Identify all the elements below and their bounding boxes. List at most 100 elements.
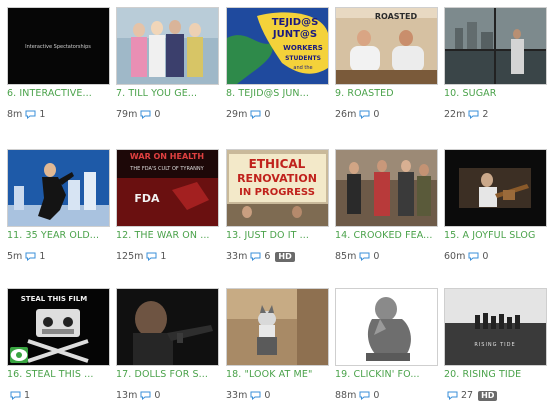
comment-count: 0 [154, 390, 161, 401]
video-thumbnail[interactable] [335, 288, 438, 366]
video-meta: 13m 0 [116, 390, 160, 401]
duration-text: 33m [226, 390, 248, 401]
comment-count: 1 [39, 109, 46, 120]
video-tile: WAR ON HEALTH THE FDA'S CULT OF TYRANNY … [109, 142, 219, 272]
comment-icon [140, 391, 151, 400]
comment-icon [25, 252, 36, 261]
video-title[interactable]: 11. 35 YEAR OLD... [7, 230, 111, 241]
hd-badge: HD [478, 390, 498, 401]
video-thumbnail[interactable]: TEJID@S JUNT@S WORKERS STUDENTS and the [226, 7, 329, 85]
thumbnail-image: TEJID@S JUNT@S WORKERS STUDENTS and the [227, 8, 328, 84]
eye-icon[interactable] [10, 347, 28, 363]
video-tile: 17. DOLLS FOR S... 13m 0 [109, 281, 219, 411]
thumbnail-image: WAR ON HEALTH THE FDA'S CULT OF TYRANNY … [117, 150, 218, 226]
video-meta: 5m 1 [7, 251, 45, 262]
video-thumbnail[interactable]: ROASTED [335, 7, 438, 85]
comment-count: 1 [39, 251, 46, 262]
video-thumbnail[interactable]: STEAL THIS FILM [7, 288, 110, 366]
comment-icon [359, 252, 370, 261]
duration-text: 29m [226, 109, 248, 120]
thumbnail-image: ETHICAL RENOVATION IN PROGRESS [227, 150, 328, 226]
video-tile: 18. "LOOK AT ME" 33m 0 [219, 281, 329, 411]
thumbnail-caption: IN PROGRESS [239, 187, 315, 198]
comment-icon [140, 110, 151, 119]
video-title[interactable]: 19. CLICKIN' FO... [335, 369, 439, 380]
video-meta: 26m 0 [335, 109, 379, 120]
comment-icon [359, 391, 370, 400]
video-title[interactable]: 13. JUST DO IT ... [226, 230, 330, 241]
video-thumbnail[interactable] [444, 7, 547, 85]
thumbnail-image [336, 289, 437, 365]
comment-count: 0 [373, 109, 380, 120]
video-title[interactable]: 15. A JOYFUL SLOG [444, 230, 548, 241]
video-tile: Interactive Spectatorships 6. INTERACTIV… [0, 0, 110, 130]
video-tile: RISING TIDE 20. RISING TIDE 27 HD [437, 281, 547, 411]
video-thumbnail[interactable]: WAR ON HEALTH THE FDA'S CULT OF TYRANNY … [116, 149, 219, 227]
video-thumbnail[interactable] [7, 149, 110, 227]
comment-count: 0 [154, 109, 161, 120]
comment-icon [250, 110, 261, 119]
video-title[interactable]: 7. TILL YOU GE... [116, 88, 220, 99]
video-thumbnail[interactable] [335, 149, 438, 227]
video-thumbnail[interactable] [226, 288, 329, 366]
video-thumbnail[interactable] [116, 288, 219, 366]
video-title[interactable]: 10. SUGAR [444, 88, 548, 99]
video-title[interactable]: 16. STEAL THIS ... [7, 369, 111, 380]
thumbnail-caption: WAR ON HEALTH [130, 152, 204, 161]
video-meta: 33m 6 HD [226, 251, 295, 262]
duration-text: 13m [116, 390, 138, 401]
thumbnail-image [445, 8, 546, 84]
duration-text: 33m [226, 251, 248, 262]
comment-icon [359, 110, 370, 119]
video-meta: 27 HD [444, 390, 498, 401]
thumbnail-caption: FDA [134, 192, 160, 205]
comment-count: 0 [482, 251, 489, 262]
video-tile: 14. CROOKED FEA... 85m 0 [328, 142, 438, 272]
video-title[interactable]: 12. THE WAR ON ... [116, 230, 220, 241]
comment-icon [447, 391, 458, 400]
thumbnail-caption: TEJID@S [272, 17, 319, 28]
comment-icon [250, 391, 261, 400]
video-thumbnail[interactable] [116, 7, 219, 85]
thumbnail-caption: THE FDA'S CULT OF TYRANNY [129, 166, 204, 172]
comment-count: 27 [461, 390, 474, 401]
comment-icon [468, 110, 479, 119]
thumbnail-caption: JUNT@S [272, 29, 317, 40]
thumbnail-image [117, 8, 218, 84]
thumbnail-caption: RENOVATION [237, 172, 317, 185]
video-thumbnail[interactable]: ETHICAL RENOVATION IN PROGRESS [226, 149, 329, 227]
hd-badge: HD [275, 251, 295, 262]
comment-count: 2 [482, 109, 489, 120]
video-title[interactable]: 18. "LOOK AT ME" [226, 369, 330, 380]
comment-count: 6 [264, 251, 271, 262]
duration-text: 26m [335, 109, 357, 120]
video-thumbnail[interactable] [444, 149, 547, 227]
video-title[interactable]: 8. TEJID@S JUN... [226, 88, 330, 99]
video-thumbnail[interactable]: RISING TIDE [444, 288, 547, 366]
comment-icon [468, 252, 479, 261]
comment-count: 0 [373, 251, 380, 262]
video-thumbnail[interactable]: Interactive Spectatorships [7, 7, 110, 85]
duration-text: 60m [444, 251, 466, 262]
comment-count: 1 [160, 251, 167, 262]
video-title[interactable]: 6. INTERACTIVE... [7, 88, 111, 99]
thumbnail-image: Interactive Spectatorships [8, 8, 109, 84]
duration-text: 22m [444, 109, 466, 120]
comment-icon [10, 391, 21, 400]
video-tile: 15. A JOYFUL SLOG 60m 0 [437, 142, 547, 272]
duration-text: 8m [7, 109, 23, 120]
video-title[interactable]: 9. ROASTED [335, 88, 439, 99]
thumbnail-image [117, 289, 218, 365]
video-meta: 125m 1 [116, 251, 166, 262]
video-title[interactable]: 20. RISING TIDE [444, 369, 548, 380]
video-title[interactable]: 17. DOLLS FOR S... [116, 369, 220, 380]
video-meta: 60m 0 [444, 251, 488, 262]
video-tile: STEAL THIS FILM 16. STEAL THIS ... 1 [0, 281, 110, 411]
video-tile: ETHICAL RENOVATION IN PROGRESS 13. JUST … [219, 142, 329, 272]
video-grid: Interactive Spectatorships 6. INTERACTIV… [0, 0, 550, 413]
video-tile: TEJID@S JUNT@S WORKERS STUDENTS and the … [219, 0, 329, 130]
video-meta: 88m 0 [335, 390, 379, 401]
thumbnail-image: ROASTED [336, 8, 437, 84]
video-title[interactable]: 14. CROOKED FEA... [335, 230, 439, 241]
duration-text: 5m [7, 251, 23, 262]
